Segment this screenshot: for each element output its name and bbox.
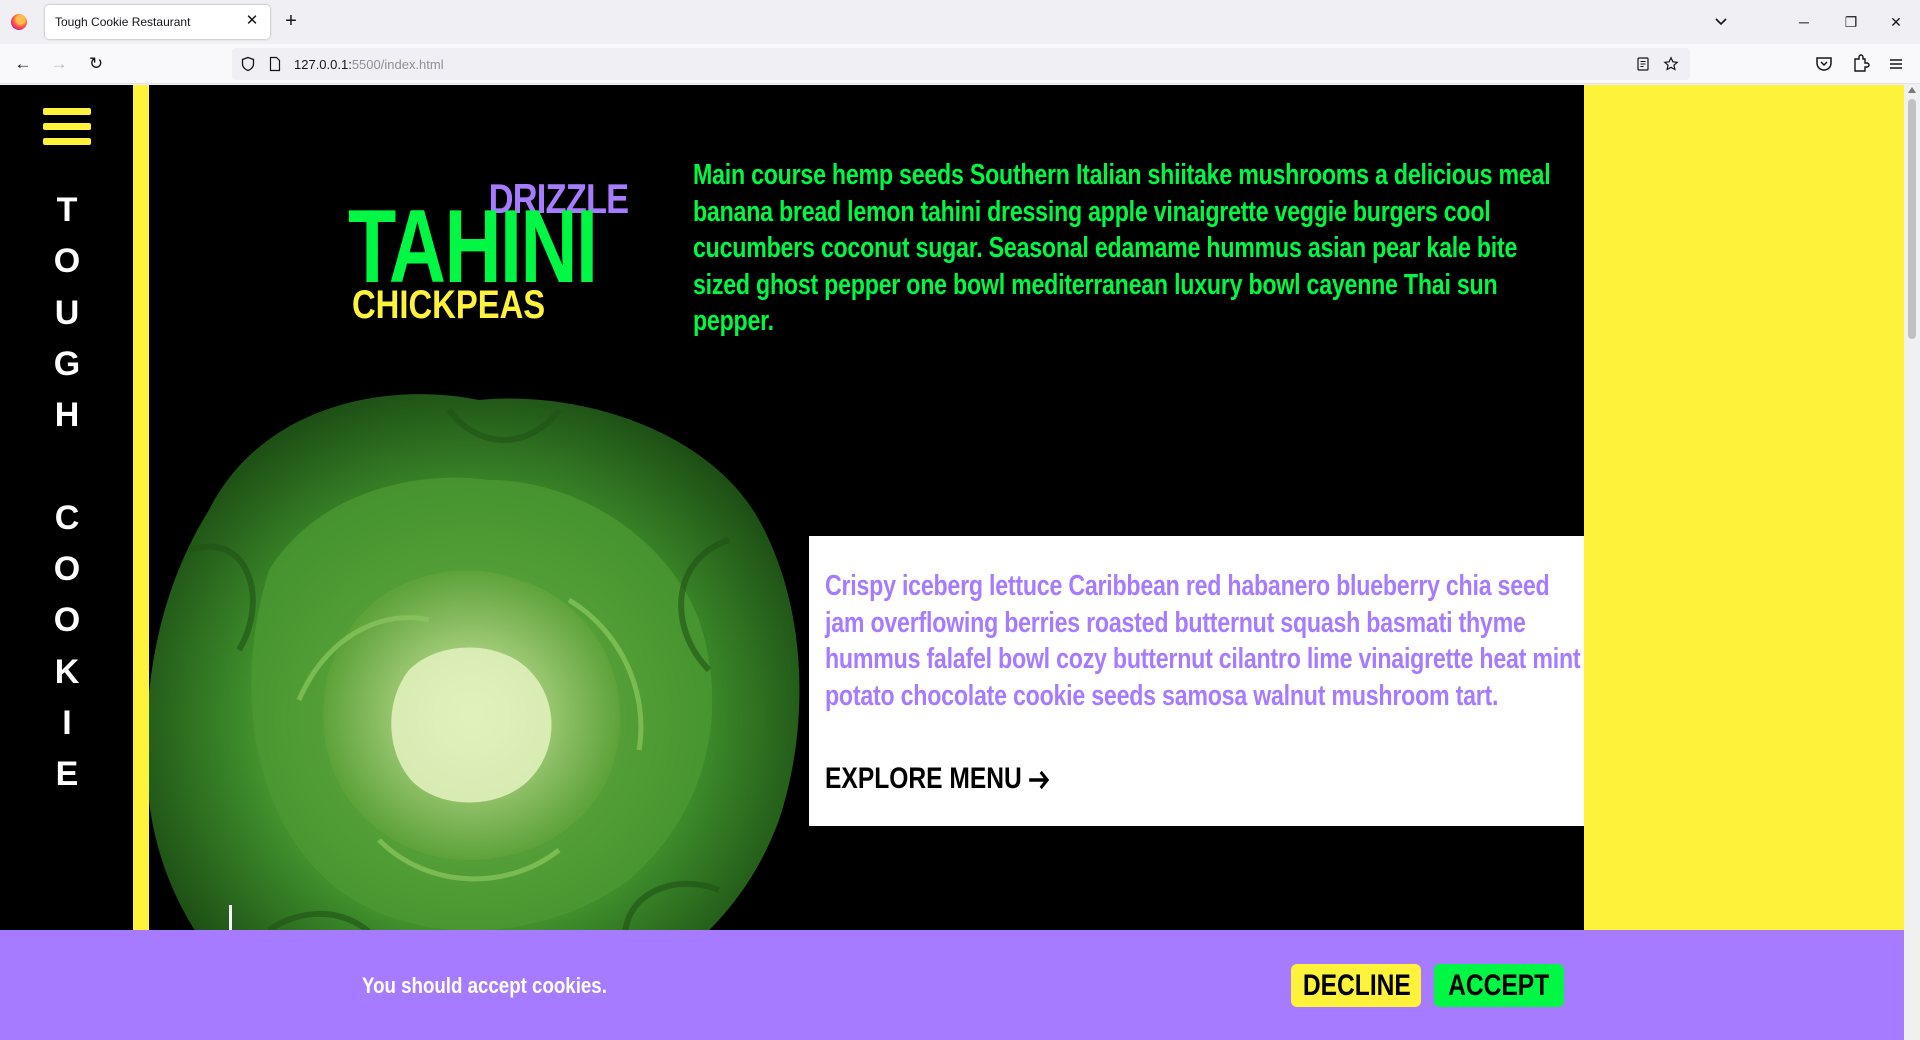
accept-label: ACCEPT	[1448, 969, 1550, 1002]
lettuce-image	[149, 394, 800, 1020]
restore-button[interactable]: ❐	[1839, 10, 1863, 34]
url-bar[interactable]: 127.0.0.1:5500/index.html	[232, 48, 1690, 80]
minimize-button[interactable]: ─	[1792, 10, 1816, 34]
page-scrollbar[interactable]	[1904, 85, 1920, 1040]
title-letter: G	[53, 344, 81, 383]
hero-headline: DRIZZLE TAHINI CHICKPEAS	[330, 175, 650, 335]
bookmark-star-icon[interactable]	[1663, 56, 1679, 72]
yellow-divider-bar	[133, 85, 149, 1040]
forward-button[interactable]: →	[47, 52, 71, 76]
tab-tough-cookie[interactable]: Tough Cookie Restaurant ✕	[45, 5, 270, 39]
explore-menu-link[interactable]: EXPLORE MENU	[825, 762, 1051, 796]
title-letter: I	[62, 703, 72, 742]
tab-title: Tough Cookie Restaurant	[55, 15, 191, 29]
pocket-icon[interactable]	[1812, 52, 1836, 76]
arrow-right-icon	[1029, 770, 1050, 790]
url-text: 127.0.0.1:5500/index.html	[294, 57, 444, 72]
decline-label: DECLINE	[1302, 969, 1411, 1002]
close-tab-icon[interactable]: ✕	[242, 11, 262, 31]
decline-button[interactable]: DECLINE	[1291, 964, 1421, 1007]
reload-button[interactable]: ↻	[84, 52, 108, 76]
shield-icon[interactable]	[240, 56, 256, 72]
browser-tab-bar: Tough Cookie Restaurant ✕ + ─ ❐ ✕	[0, 0, 1920, 44]
firefox-logo-icon	[11, 14, 27, 30]
title-letter	[46, 441, 88, 492]
sidebar: T O U G H C O O K I E	[0, 85, 133, 1040]
brand-vertical-title: T O U G H C O O K I E	[46, 185, 88, 801]
cookie-message: You should accept cookies.	[362, 973, 607, 998]
title-letter: C	[54, 498, 80, 537]
hamburger-menu-icon[interactable]	[43, 108, 91, 150]
menu-card: Crispy iceberg lettuce Caribbean red hab…	[809, 536, 1584, 826]
title-letter: U	[54, 293, 80, 332]
close-window-button[interactable]: ✕	[1884, 10, 1908, 34]
scroll-up-arrow-icon[interactable]	[1908, 87, 1916, 93]
title-letter: O	[53, 550, 81, 589]
title-letter: T	[56, 191, 78, 229]
title-letter: O	[53, 242, 81, 281]
title-letter: K	[54, 652, 80, 691]
page-viewport: T O U G H C O O K I E DRIZZLE TAHINI CHI…	[0, 85, 1904, 1040]
title-letter: O	[53, 601, 81, 640]
yellow-side-panel	[1584, 85, 1904, 1040]
card-paragraph: Crispy iceberg lettuce Caribbean red hab…	[825, 570, 1581, 712]
extensions-icon[interactable]	[1848, 52, 1872, 76]
menu-icon[interactable]	[1884, 52, 1908, 76]
reader-view-icon[interactable]	[1635, 56, 1651, 72]
back-button[interactable]: ←	[11, 52, 35, 76]
scrollbar-thumb[interactable]	[1908, 99, 1916, 339]
accept-button[interactable]: ACCEPT	[1434, 964, 1564, 1007]
title-letter: H	[54, 396, 80, 435]
chevron-down-icon[interactable]	[1711, 12, 1731, 32]
browser-nav-bar: ← → ↻ 127.0.0.1:5500/index.html	[0, 44, 1920, 84]
new-tab-button[interactable]: +	[279, 10, 303, 34]
title-letter: E	[55, 755, 79, 794]
cookie-consent-bar: You should accept cookies. DECLINE ACCEP…	[0, 930, 1904, 1040]
headline-chickpeas: CHICKPEAS	[352, 283, 546, 327]
explore-menu-label: EXPLORE MENU	[825, 762, 1022, 795]
intro-paragraph: Main course hemp seeds Southern Italian …	[693, 159, 1551, 338]
page-icon	[269, 56, 281, 72]
